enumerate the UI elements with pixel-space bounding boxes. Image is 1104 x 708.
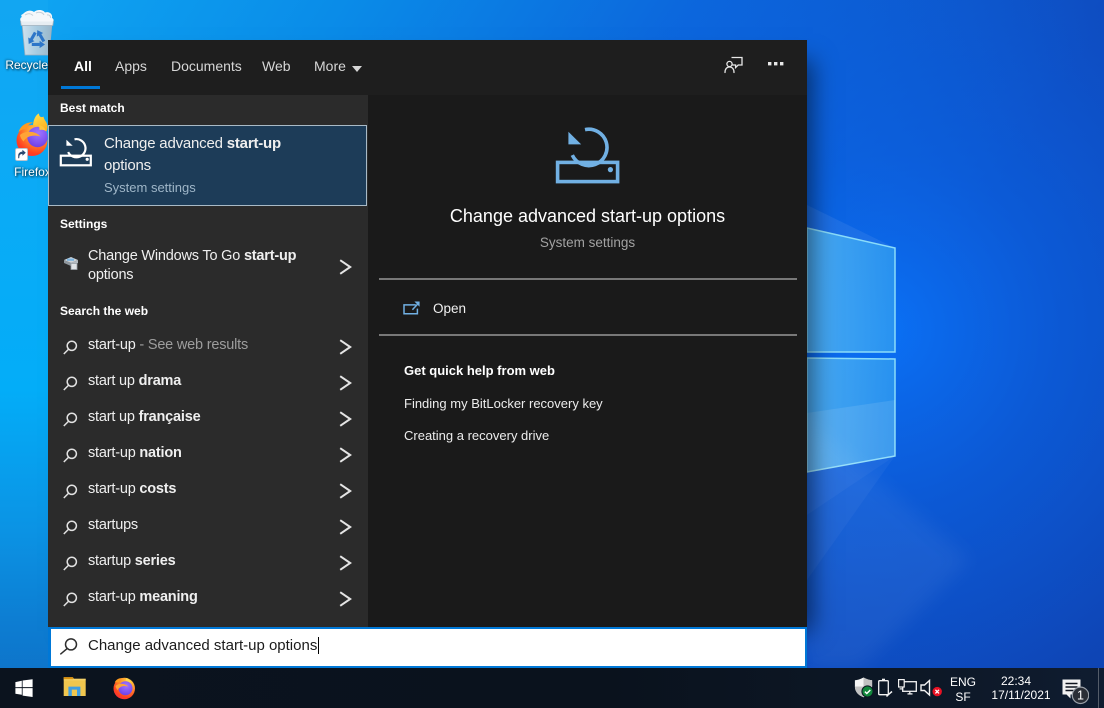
svg-text:1: 1 — [1077, 689, 1084, 703]
